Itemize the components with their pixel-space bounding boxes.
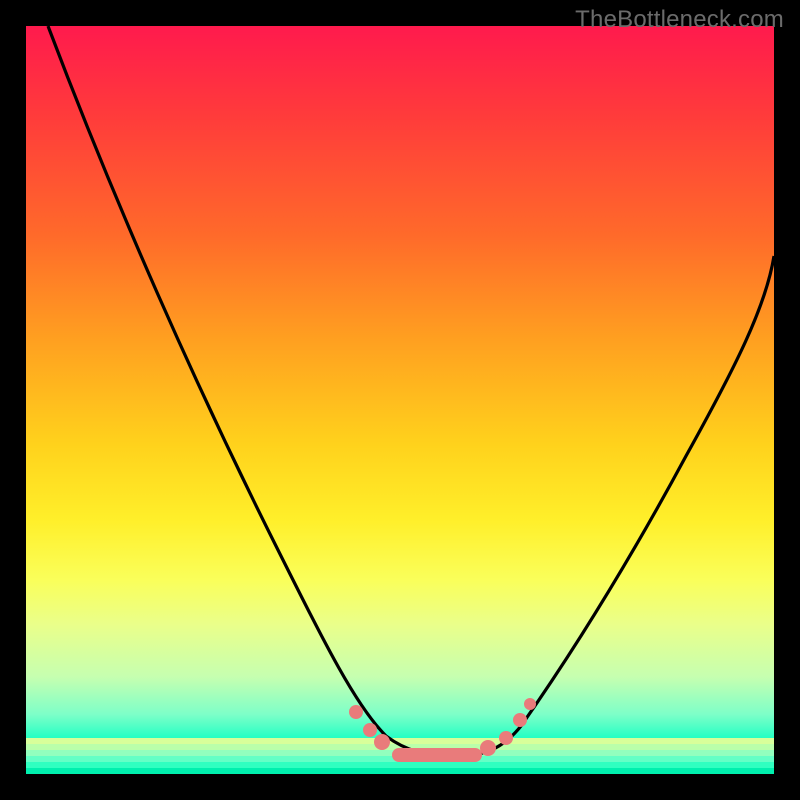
curve-path bbox=[48, 26, 774, 756]
chart-plot-area bbox=[26, 26, 774, 774]
data-markers bbox=[349, 698, 536, 762]
bottleneck-curve bbox=[26, 26, 774, 774]
attribution-watermark: TheBottleneck.com bbox=[575, 6, 784, 34]
